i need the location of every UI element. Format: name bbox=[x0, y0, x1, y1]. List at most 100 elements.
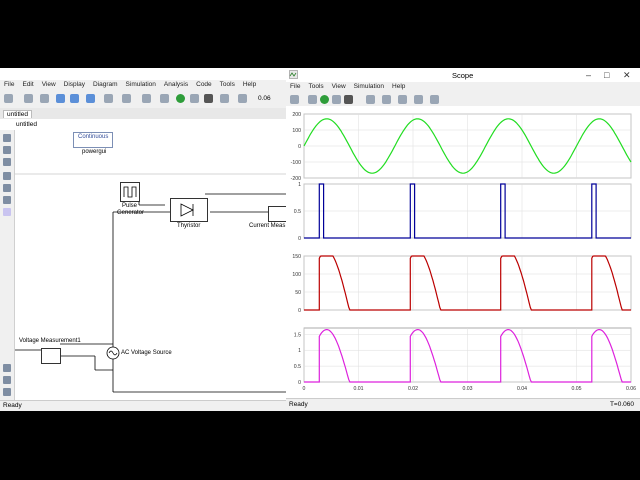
triggers-icon[interactable] bbox=[414, 95, 423, 104]
y-tick-label: 50 bbox=[295, 290, 301, 296]
powergui-block[interactable]: Continuous bbox=[73, 132, 113, 148]
pulse-label-2: Generator bbox=[117, 210, 145, 216]
scope-status-bar: Ready T=0.060 bbox=[286, 398, 640, 411]
simulink-status-text: Ready bbox=[3, 402, 22, 409]
area-icon[interactable] bbox=[3, 208, 11, 216]
pulse-wave-icon bbox=[123, 186, 137, 198]
scope-app-icon bbox=[289, 70, 298, 79]
scope-step-forward-icon[interactable] bbox=[332, 95, 341, 104]
fit-view-icon[interactable] bbox=[3, 158, 11, 166]
pulse-generator-block[interactable] bbox=[120, 182, 140, 202]
voltage-measurement-block[interactable] bbox=[41, 348, 61, 364]
scope-plots: 2001000-100-20010.501501005001.510.500 0.… bbox=[291, 112, 637, 392]
simulink-window: File Edit View Display Diagram Simulatio… bbox=[0, 68, 286, 411]
forward-icon[interactable] bbox=[70, 94, 79, 103]
simulink-title-bar bbox=[0, 68, 286, 80]
ac-source-label: AC Voltage Source bbox=[121, 350, 172, 356]
ac-source-icon[interactable] bbox=[105, 345, 121, 361]
scope-menu-bar: File Tools View Simulation Help bbox=[286, 82, 640, 92]
scope-run-icon[interactable] bbox=[320, 95, 329, 104]
menu-code[interactable]: Code bbox=[192, 80, 216, 90]
step-back-icon[interactable] bbox=[160, 94, 169, 103]
image-icon[interactable] bbox=[3, 196, 11, 204]
style-icon[interactable] bbox=[430, 95, 439, 104]
zoom-icon[interactable] bbox=[366, 95, 375, 104]
menu-analysis[interactable]: Analysis bbox=[160, 80, 192, 90]
scope-menu-help[interactable]: Help bbox=[388, 82, 409, 92]
maximize-icon[interactable]: □ bbox=[604, 70, 609, 80]
hide-browser-icon[interactable] bbox=[3, 134, 11, 142]
scope-menu-file[interactable]: File bbox=[286, 82, 304, 92]
scope-menu-tools[interactable]: Tools bbox=[304, 82, 327, 92]
close-icon[interactable]: ✕ bbox=[623, 70, 631, 81]
thyristor-block[interactable] bbox=[170, 198, 208, 222]
step-forward-icon[interactable] bbox=[190, 94, 199, 103]
up-icon[interactable] bbox=[86, 94, 95, 103]
menu-diagram[interactable]: Diagram bbox=[89, 80, 122, 90]
open-icon[interactable] bbox=[24, 94, 33, 103]
stop-icon[interactable] bbox=[204, 94, 213, 103]
y-tick-label: 0.5 bbox=[294, 209, 301, 215]
menu-simulation[interactable]: Simulation bbox=[122, 80, 160, 90]
simulink-toolbar: 0.06 bbox=[0, 90, 286, 109]
model-config-icon[interactable] bbox=[122, 94, 131, 103]
model-canvas[interactable]: Continuous powergui Pulse Generator Thyr… bbox=[15, 130, 286, 400]
parameters-gear-icon[interactable] bbox=[290, 95, 299, 104]
pulse-label-1: Pulse bbox=[122, 203, 138, 209]
simulink-status-bar: Ready bbox=[0, 400, 286, 411]
scope-menu-simulation[interactable]: Simulation bbox=[350, 82, 388, 92]
y-tick-label: 200 bbox=[292, 112, 301, 118]
menu-help[interactable]: Help bbox=[239, 80, 260, 90]
run-icon[interactable] bbox=[176, 94, 185, 103]
tab-untitled[interactable]: untitled bbox=[3, 110, 32, 118]
menu-edit[interactable]: Edit bbox=[18, 80, 37, 90]
x-tick-label: 0.03 bbox=[462, 386, 472, 392]
y-tick-label: 0 bbox=[298, 236, 301, 242]
scope-title: Scope bbox=[452, 71, 474, 80]
y-tick-label: -100 bbox=[291, 160, 301, 166]
stop-time-field[interactable]: 0.06 bbox=[258, 95, 271, 102]
annotation-icon[interactable] bbox=[3, 184, 11, 192]
menu-tools[interactable]: Tools bbox=[216, 80, 239, 90]
minimize-icon[interactable]: – bbox=[586, 70, 591, 80]
library-icon[interactable] bbox=[104, 94, 113, 103]
back-icon[interactable] bbox=[56, 94, 65, 103]
model-explorer-icon[interactable] bbox=[142, 94, 151, 103]
record-icon[interactable] bbox=[220, 94, 229, 103]
x-tick-label: 0 bbox=[303, 386, 306, 392]
current-measurement-block[interactable] bbox=[268, 206, 286, 222]
scope-plot-area[interactable]: 200 100 0 -100 -200 1 0.5 0 150 100 50 0 1.5 1 0.5 0 0 0.… bbox=[286, 106, 640, 400]
scroll-icon-1[interactable] bbox=[3, 364, 11, 372]
zoom-dropdown-icon[interactable] bbox=[382, 95, 391, 104]
x-tick-label: 0.05 bbox=[571, 386, 581, 392]
scroll-icon-2[interactable] bbox=[3, 376, 11, 384]
y-tick-label: 0 bbox=[298, 308, 301, 314]
menu-display[interactable]: Display bbox=[60, 80, 89, 90]
menu-view[interactable]: View bbox=[38, 80, 60, 90]
simulink-left-palette bbox=[0, 130, 15, 400]
scope-stop-icon[interactable] bbox=[344, 95, 353, 104]
x-tick-label: 0.01 bbox=[353, 386, 363, 392]
y-tick-label: 100 bbox=[292, 128, 301, 134]
scroll-icon-3[interactable] bbox=[3, 388, 11, 396]
scope-step-back-icon[interactable] bbox=[308, 95, 317, 104]
thyristor-label: Thyristor bbox=[177, 223, 201, 229]
menu-file[interactable]: File bbox=[0, 80, 18, 90]
x-tick-label: 0.02 bbox=[408, 386, 418, 392]
breadcrumb-untitled[interactable]: untitled bbox=[16, 121, 37, 128]
voltage-measurement-label: Voltage Measurement1 bbox=[19, 338, 81, 344]
y-tick-label: 150 bbox=[292, 254, 301, 260]
arrow-icon[interactable] bbox=[3, 172, 11, 180]
y-tick-label: 1 bbox=[298, 182, 301, 188]
scope-icon[interactable] bbox=[238, 94, 247, 103]
scope-status-text: Ready bbox=[289, 401, 308, 408]
scope-menu-view[interactable]: View bbox=[328, 82, 350, 92]
simulink-menu-bar: File Edit View Display Diagram Simulatio… bbox=[0, 80, 286, 90]
y-tick-label: 0 bbox=[298, 380, 301, 386]
autoscale-icon[interactable] bbox=[398, 95, 407, 104]
scope-toolbar bbox=[286, 92, 640, 106]
save-icon[interactable] bbox=[40, 94, 49, 103]
new-model-icon[interactable] bbox=[4, 94, 13, 103]
scope-title-bar: Scope – □ ✕ bbox=[286, 68, 640, 82]
zoom-in-icon[interactable] bbox=[3, 146, 11, 154]
